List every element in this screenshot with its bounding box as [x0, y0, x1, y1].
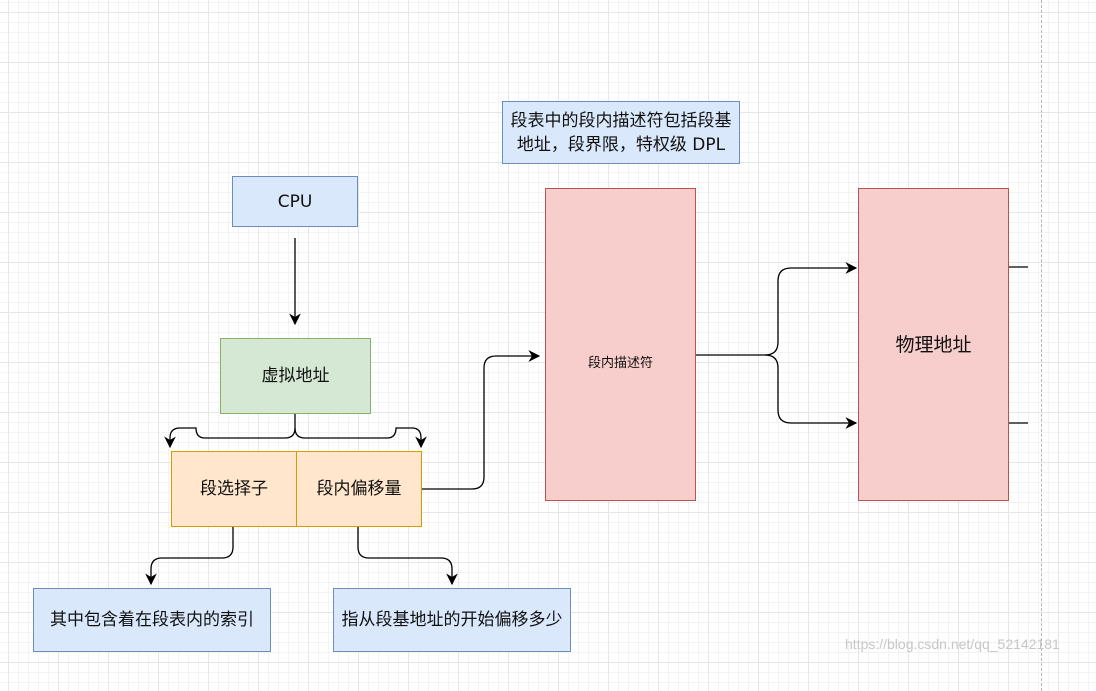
segment-selector-label: 段选择子 — [200, 479, 268, 499]
segment-descriptor-entry: 段内描述符 — [546, 348, 695, 374]
virtual-address-label: 虚拟地址 — [261, 366, 330, 386]
virtual-address-node: 虚拟地址 — [220, 338, 371, 414]
segment-offset-node: 段内偏移量 — [296, 451, 422, 527]
arrow-selector-to-note — [145, 527, 234, 586]
arrow-descriptor-to-physical-lower — [764, 354, 858, 429]
offset-note-node: 指从段基地址的开始偏移多少 — [333, 588, 571, 652]
arrow-virtual-to-selector — [164, 414, 296, 449]
arrow-offset-to-note — [357, 527, 458, 586]
physical-memory-node: 物理地址 — [858, 188, 1009, 501]
arrow-virtual-to-offset — [294, 427, 427, 449]
descriptor-note-node: 段表中的段内描述符包括段基地址，段界限，特权级 DPL — [502, 101, 740, 164]
segment-selector-node: 段选择子 — [171, 451, 297, 527]
arrow-offset-to-segment-table — [421, 350, 541, 490]
selector-note-label: 其中包含着在段表内的索引 — [50, 610, 254, 630]
segment-offset-label: 段内偏移量 — [316, 479, 402, 499]
selector-note-node: 其中包含着在段表内的索引 — [33, 588, 271, 652]
watermark: https://blog.csdn.net/qq_52142181 — [845, 636, 1060, 652]
segment-descriptor-label: 段内描述符 — [587, 355, 653, 371]
descriptor-note-label: 段表中的段内描述符包括段基地址，段界限，特权级 DPL — [510, 110, 732, 155]
offset-note-label: 指从段基地址的开始偏移多少 — [341, 610, 563, 630]
arrow-descriptor-to-physical-upper — [696, 262, 858, 356]
cpu-node: CPU — [232, 176, 358, 227]
cpu-label: CPU — [277, 191, 313, 212]
segment-table-node — [545, 188, 696, 501]
physical-address-label: 物理地址 — [895, 333, 972, 356]
